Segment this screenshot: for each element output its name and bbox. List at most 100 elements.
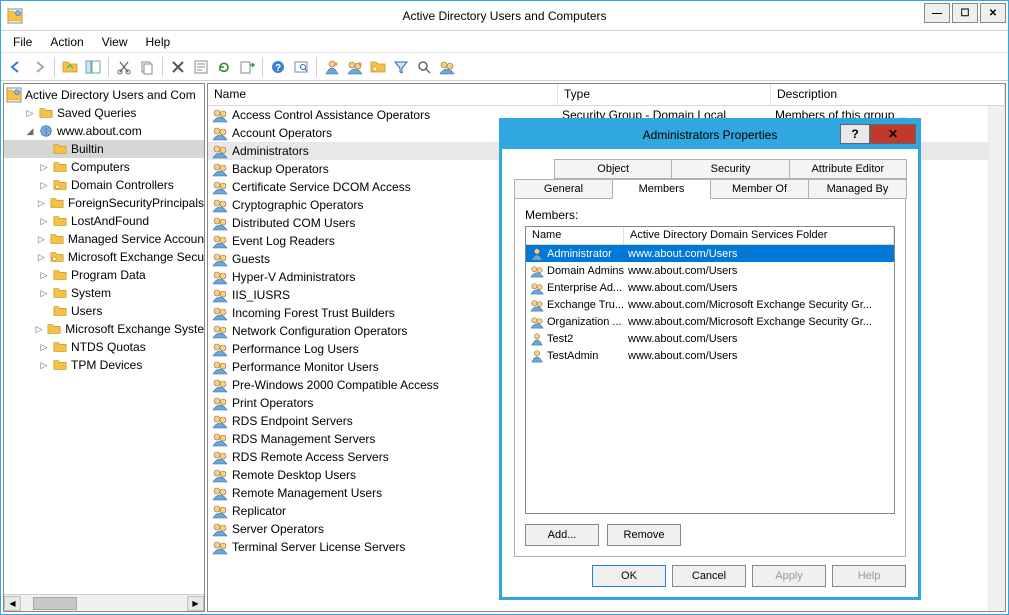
tree-toggle-icon[interactable]: ▷ xyxy=(38,179,50,191)
column-name[interactable]: Name xyxy=(208,84,558,105)
member-row[interactable]: TestAdminwww.about.com/Users xyxy=(526,347,894,364)
up-one-level-icon[interactable] xyxy=(59,56,81,78)
member-column-folder[interactable]: Active Directory Domain Services Folder xyxy=(624,227,894,244)
tree-root[interactable]: Active Directory Users and Com xyxy=(4,86,204,104)
member-row[interactable]: Domain Adminswww.about.com/Users xyxy=(526,262,894,279)
tree-node[interactable]: ▷Managed Service Accoun xyxy=(4,230,204,248)
delete-icon[interactable] xyxy=(167,56,189,78)
add-button[interactable]: Add... xyxy=(525,524,599,546)
column-description[interactable]: Description xyxy=(771,84,1005,105)
tab-attribute-editor[interactable]: Attribute Editor xyxy=(789,159,907,179)
refresh-icon[interactable] xyxy=(213,56,235,78)
tree-node-label: Microsoft Exchange Secu xyxy=(68,250,204,264)
member-row[interactable]: Exchange Tru...www.about.com/Microsoft E… xyxy=(526,296,894,313)
add-to-group-icon[interactable] xyxy=(436,56,458,78)
tree-node[interactable]: ▷System xyxy=(4,284,204,302)
cut-icon[interactable] xyxy=(113,56,135,78)
group-icon xyxy=(212,233,228,249)
tab-member-of[interactable]: Member Of xyxy=(710,179,809,199)
tree-horizontal-scrollbar[interactable]: ◀ ▶ xyxy=(4,594,204,611)
tree-toggle-icon[interactable]: ▷ xyxy=(38,359,50,371)
filter-icon[interactable] xyxy=(390,56,412,78)
show-hide-tree-icon[interactable] xyxy=(82,56,104,78)
maximize-button[interactable]: ☐ xyxy=(952,3,978,23)
search-icon[interactable] xyxy=(413,56,435,78)
tree-node[interactable]: ▷ NTDS Quotas xyxy=(4,338,204,356)
tree-node[interactable]: ▷ Microsoft Exchange Secu xyxy=(4,248,204,266)
scroll-left-arrow-icon[interactable]: ◀ xyxy=(4,596,21,611)
scroll-thumb[interactable] xyxy=(33,597,77,610)
new-user-icon[interactable] xyxy=(321,56,343,78)
member-column-name[interactable]: Name xyxy=(526,227,624,244)
tree-node[interactable]: Builtin xyxy=(4,140,204,158)
find-icon[interactable] xyxy=(290,56,312,78)
menu-file[interactable]: File xyxy=(5,33,40,51)
tree-toggle-icon[interactable]: ▷ xyxy=(36,251,47,263)
tab-members[interactable]: Members xyxy=(612,179,711,199)
new-ou-icon[interactable] xyxy=(367,56,389,78)
ok-button[interactable]: OK xyxy=(592,565,666,587)
tree-toggle-icon[interactable]: ▷ xyxy=(34,323,44,335)
group-icon xyxy=(212,377,228,393)
toolbar: ? xyxy=(1,53,1008,81)
tree-toggle-icon[interactable]: ◢ xyxy=(24,125,36,137)
tree-node-label: NTDS Quotas xyxy=(71,340,146,354)
tree-node[interactable]: ◢ www.about.com xyxy=(4,122,204,140)
tree-node-label: www.about.com xyxy=(57,124,142,138)
copy-icon[interactable] xyxy=(136,56,158,78)
tree-node[interactable]: ▷Microsoft Exchange Syste xyxy=(4,320,204,338)
cancel-button[interactable]: Cancel xyxy=(672,565,746,587)
dialog-help-bottom-button[interactable]: Help xyxy=(832,565,906,587)
tab-object[interactable]: Object xyxy=(554,159,672,179)
remove-button[interactable]: Remove xyxy=(607,524,681,546)
tree-toggle-icon[interactable]: ▷ xyxy=(36,197,47,209)
dialog-titlebar[interactable]: Administrators Properties ? ✕ xyxy=(502,121,918,149)
member-row[interactable]: Enterprise Ad...www.about.com/Users xyxy=(526,279,894,296)
tree-node[interactable]: ▷Computers xyxy=(4,158,204,176)
tree-node[interactable]: ▷Domain Controllers xyxy=(4,176,204,194)
window-titlebar: Active Directory Users and Computers — ☐… xyxy=(1,1,1008,31)
member-row[interactable]: Administratorwww.about.com/Users xyxy=(526,245,894,262)
tree-toggle-icon[interactable]: ▷ xyxy=(38,161,50,173)
tree-node[interactable]: ▷LostAndFound xyxy=(4,212,204,230)
tree-toggle-icon[interactable]: ▷ xyxy=(38,341,50,353)
member-name: TestAdmin xyxy=(547,350,598,362)
tree-toggle-icon[interactable]: ▷ xyxy=(38,287,50,299)
forward-button[interactable] xyxy=(28,56,50,78)
tree-toggle-icon[interactable]: ▷ xyxy=(36,233,47,245)
list-vertical-scrollbar[interactable] xyxy=(988,106,1005,611)
properties-icon[interactable] xyxy=(190,56,212,78)
tree-node[interactable]: ▷ForeignSecurityPrincipals xyxy=(4,194,204,212)
minimize-button[interactable]: — xyxy=(924,3,950,23)
close-button[interactable]: ✕ xyxy=(980,3,1006,23)
tree-toggle-icon[interactable] xyxy=(38,143,50,155)
tab-security[interactable]: Security xyxy=(671,159,789,179)
dialog-help-button[interactable]: ? xyxy=(840,124,870,144)
menubar: File Action View Help xyxy=(1,31,1008,53)
back-button[interactable] xyxy=(5,56,27,78)
member-row[interactable]: Test2www.about.com/Users xyxy=(526,330,894,347)
tree-node[interactable]: ▷TPM Devices xyxy=(4,356,204,374)
user-icon xyxy=(530,332,544,346)
member-row[interactable]: Organization ...www.about.com/Microsoft … xyxy=(526,313,894,330)
help-icon[interactable]: ? xyxy=(267,56,289,78)
tree-toggle-icon[interactable] xyxy=(38,305,50,317)
tab-managed-by[interactable]: Managed By xyxy=(808,179,907,199)
tree-node[interactable]: ▷Program Data xyxy=(4,266,204,284)
tree-toggle-icon[interactable]: ▷ xyxy=(38,269,50,281)
menu-view[interactable]: View xyxy=(94,33,136,51)
list-header: Name Type Description xyxy=(208,84,1005,106)
tab-general[interactable]: General xyxy=(514,179,613,199)
new-group-icon[interactable] xyxy=(344,56,366,78)
export-list-icon[interactable] xyxy=(236,56,258,78)
menu-help[interactable]: Help xyxy=(138,33,179,51)
column-type[interactable]: Type xyxy=(558,84,771,105)
scroll-right-arrow-icon[interactable]: ▶ xyxy=(187,596,204,611)
tree-toggle-icon[interactable]: ▷ xyxy=(38,215,50,227)
apply-button[interactable]: Apply xyxy=(752,565,826,587)
dialog-close-button[interactable]: ✕ xyxy=(870,124,916,144)
tree-toggle-icon[interactable]: ▷ xyxy=(24,107,36,119)
tree-node[interactable]: ▷Saved Queries xyxy=(4,104,204,122)
menu-action[interactable]: Action xyxy=(42,33,91,51)
tree-node[interactable]: Users xyxy=(4,302,204,320)
